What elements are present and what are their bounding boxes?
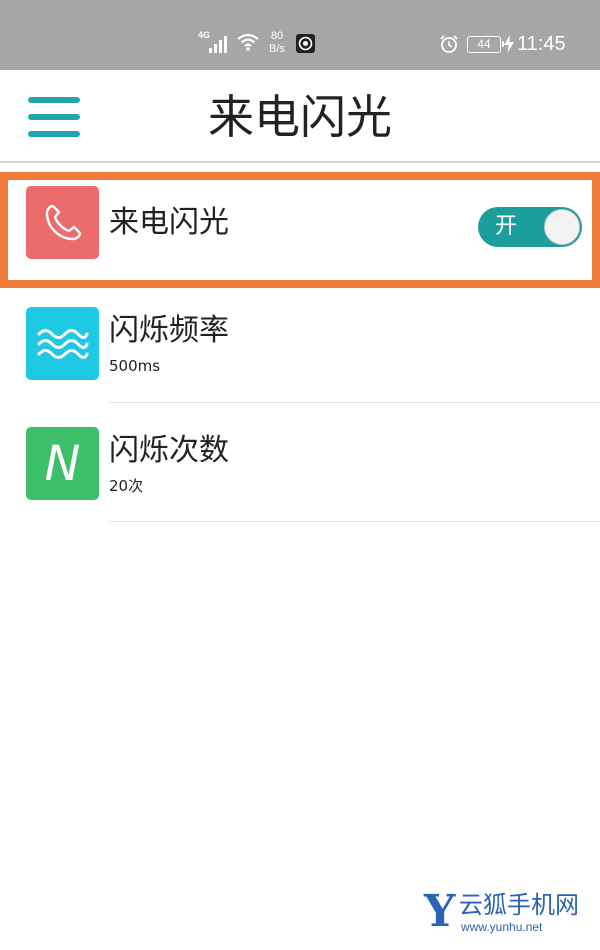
- battery-level: 44: [477, 37, 491, 51]
- status-bar: 4G 80 B/s 44 11:45: [0, 0, 600, 70]
- setting-row-incoming-call-flash[interactable]: 来电闪光 开: [0, 172, 600, 290]
- page-title: 来电闪光: [208, 90, 392, 144]
- signal-icon: 4G: [198, 30, 234, 54]
- phone-icon: [26, 186, 99, 259]
- setting-label: 来电闪光: [109, 205, 229, 240]
- watermark-brand: 云狐手机网: [459, 891, 579, 919]
- net-speed: 80 B/s: [264, 30, 290, 56]
- app-bar: 来电闪光: [0, 70, 600, 162]
- net-speed-value: 80: [270, 30, 284, 42]
- toggle-knob: [544, 209, 580, 245]
- setting-row-flash-frequency[interactable]: 闪烁频率 500ms: [0, 293, 600, 411]
- app-notification-icon: [296, 34, 315, 53]
- net-speed-unit: B/s: [269, 43, 285, 55]
- watermark-letter: Y: [424, 886, 456, 937]
- wifi-icon: [236, 32, 260, 52]
- letter-n-icon: N: [26, 427, 99, 500]
- row-divider: [109, 402, 600, 403]
- toggle-label: 开: [495, 214, 518, 239]
- setting-label: 闪烁频率: [109, 313, 229, 348]
- watermark-logo: Y 云狐手机网 www.yunhu.net: [424, 888, 594, 940]
- setting-label: 闪烁次数: [109, 433, 229, 468]
- icon-glyph: N: [44, 435, 81, 492]
- alarm-icon: [439, 34, 459, 54]
- incoming-flash-toggle[interactable]: 开: [478, 207, 582, 247]
- charging-icon: [504, 35, 514, 53]
- battery-icon: 44: [467, 36, 504, 53]
- setting-value: 20次: [109, 477, 144, 495]
- screen: 4G 80 B/s 44 11:45 来电闪光 来电闪光 开 闪烁频率 500m…: [0, 0, 600, 950]
- wave-icon: [26, 307, 99, 380]
- row-divider: [109, 521, 600, 522]
- setting-value: 500ms: [109, 357, 161, 375]
- app-bar-divider: [0, 161, 600, 163]
- watermark-url: www.yunhu.net: [461, 920, 543, 934]
- setting-row-flash-count[interactable]: N 闪烁次数 20次: [0, 413, 600, 531]
- clock: 11:45: [517, 33, 566, 55]
